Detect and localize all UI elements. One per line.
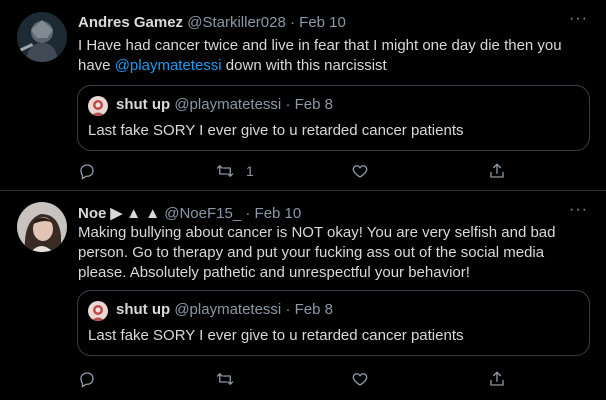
avatar-image	[17, 12, 67, 62]
quoted-text: Last fake SORY I ever give to u retarded…	[88, 122, 464, 139]
retweet-count: 1	[246, 163, 254, 179]
quoted-avatar-image	[88, 96, 108, 116]
tweet-date[interactable]: Feb 10	[299, 14, 346, 31]
author-name[interactable]: Noe ▶ ▲ ▲	[78, 205, 160, 222]
quoted-avatar-image	[88, 301, 108, 321]
share-icon	[490, 163, 504, 178]
quoted-author-handle: @playmatetessi	[174, 301, 282, 318]
avatar[interactable]	[17, 202, 67, 252]
like-icon	[352, 373, 368, 386]
tweet-actions	[78, 368, 518, 390]
avatar[interactable]	[17, 12, 67, 62]
quoted-header: shut up @playmatetessi · Feb 8	[116, 96, 333, 113]
reply-icon	[80, 164, 94, 180]
like-icon	[352, 165, 368, 178]
retweet-icon	[216, 165, 234, 177]
author-handle[interactable]: @NoeF15_	[164, 205, 241, 222]
separator-dot: ·	[290, 14, 295, 31]
tweet-header: Andres Gamez @Starkiller028 · Feb 10	[78, 14, 346, 31]
tweet-text-after: down with this narcissist	[221, 57, 387, 74]
retweet-icon	[216, 373, 234, 385]
mention-link[interactable]: @playmatetessi	[115, 57, 222, 74]
tweet-text: Making bullying about cancer is NOT okay…	[78, 224, 556, 281]
quoted-author-name: shut up	[116, 96, 171, 113]
tweet-date[interactable]: Feb 10	[255, 205, 302, 222]
reply-button[interactable]	[78, 368, 108, 390]
separator-dot: ·	[285, 301, 291, 318]
reply-icon	[80, 372, 94, 388]
separator-dot: ·	[285, 96, 291, 113]
more-icon[interactable]: ···	[569, 10, 588, 28]
share-button[interactable]	[488, 160, 506, 182]
quoted-text: Last fake SORY I ever give to u retarded…	[88, 327, 464, 344]
tweet-actions: 1	[78, 160, 518, 182]
tweet-andres-gamez[interactable]: Andres Gamez @Starkiller028 · Feb 10 ···…	[0, 0, 606, 190]
reply-button[interactable]	[78, 160, 108, 182]
avatar-image	[17, 202, 67, 252]
separator-dot: ·	[245, 205, 251, 222]
share-button[interactable]	[488, 368, 506, 390]
retweet-button[interactable]	[216, 368, 246, 390]
quoted-avatar	[88, 96, 108, 116]
quoted-header: shut up @playmatetessi · Feb 8	[116, 301, 333, 318]
quoted-avatar	[88, 301, 108, 321]
share-icon	[490, 371, 504, 386]
quoted-tweet[interactable]: shut up @playmatetessi · Feb 8 Last fake…	[77, 85, 590, 151]
quoted-date: Feb 8	[294, 301, 333, 318]
author-name[interactable]: Andres Gamez	[78, 14, 183, 31]
like-button[interactable]	[351, 160, 381, 182]
tweet-header: Noe ▶ ▲ ▲ @NoeF15_ · Feb 10	[78, 204, 301, 222]
quoted-tweet[interactable]: shut up @playmatetessi · Feb 8 Last fake…	[77, 290, 590, 356]
like-button[interactable]	[351, 368, 381, 390]
quoted-author-handle: @playmatetessi	[174, 96, 282, 113]
retweet-button[interactable]: 1	[216, 160, 254, 182]
author-handle[interactable]: @Starkiller028	[187, 14, 286, 31]
quoted-author-name: shut up	[116, 301, 171, 318]
quoted-date: Feb 8	[294, 96, 333, 113]
more-icon[interactable]: ···	[569, 201, 588, 219]
tweet-text: I Have had cancer twice and live in fear…	[78, 36, 590, 76]
tweet-noe[interactable]: Noe ▶ ▲ ▲ @NoeF15_ · Feb 10 ··· Making b…	[0, 191, 606, 400]
